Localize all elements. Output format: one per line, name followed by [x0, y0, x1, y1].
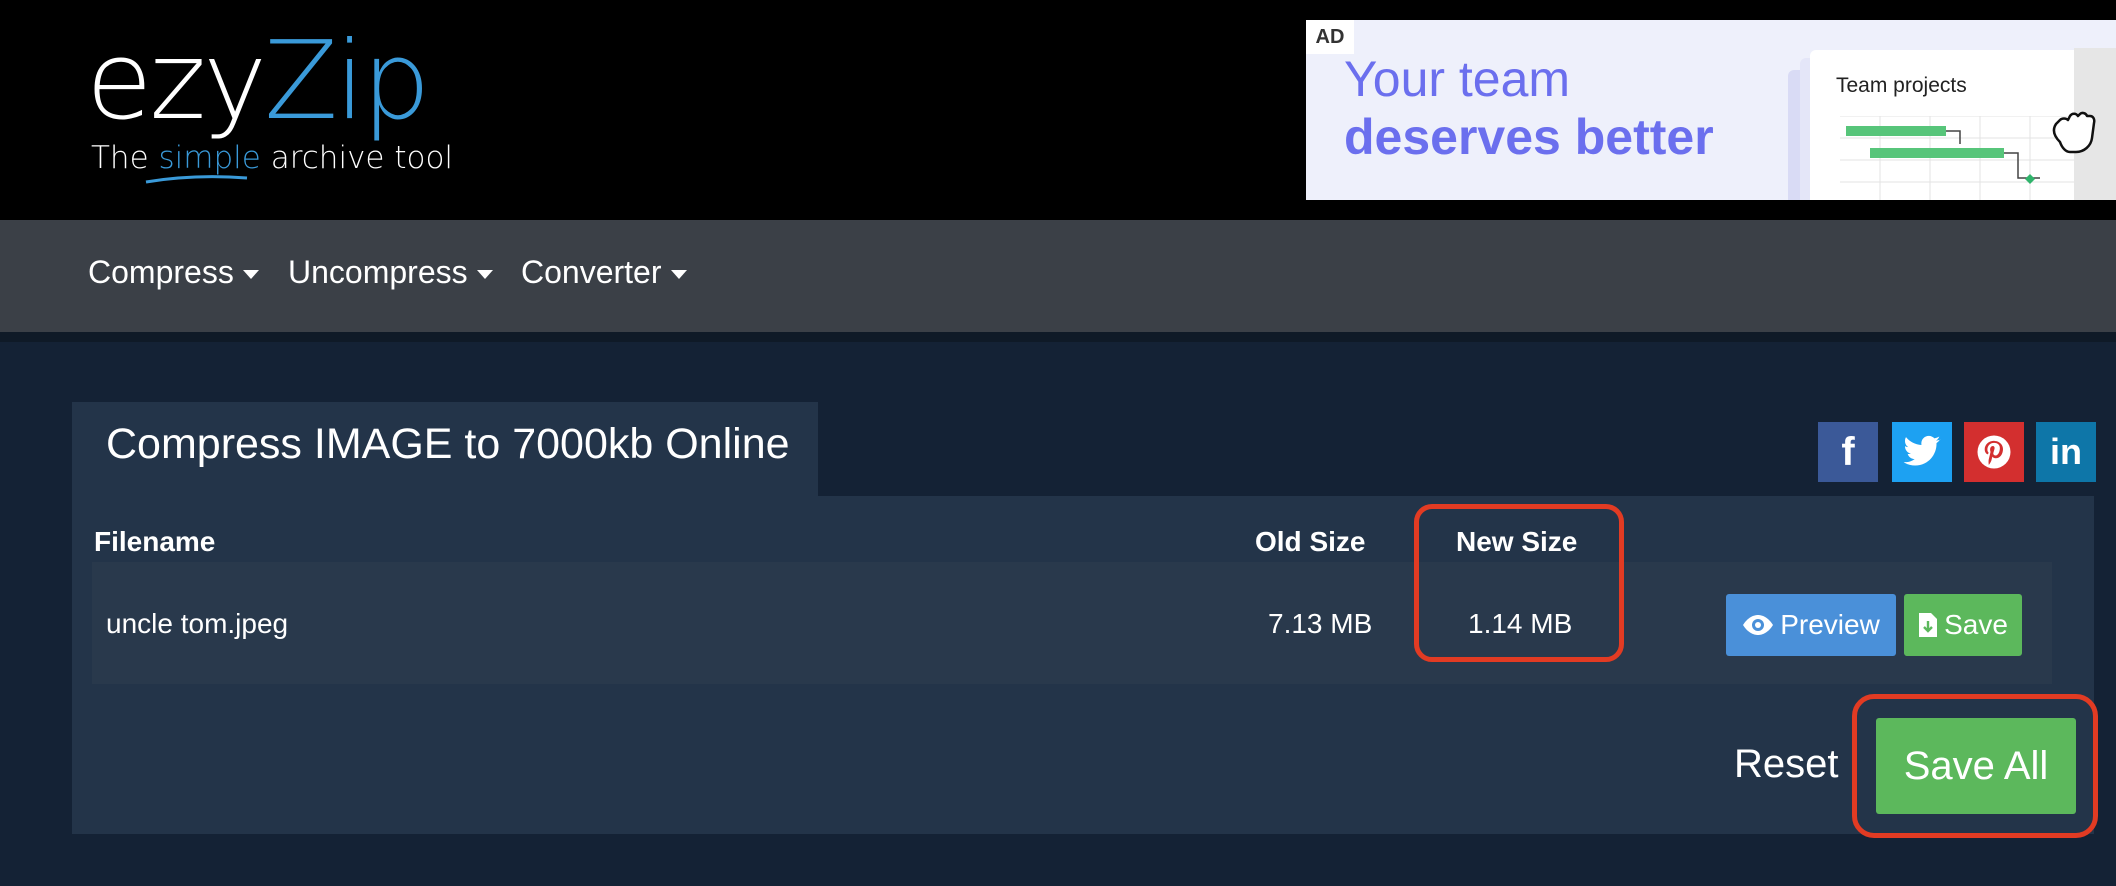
facebook-icon: f: [1841, 429, 1855, 474]
pinterest-share-button[interactable]: [1964, 422, 2024, 482]
pinterest-icon: [1977, 435, 2011, 469]
caret-down-icon: [476, 269, 493, 279]
eye-icon: [1742, 614, 1774, 636]
advertisement-banner[interactable]: AD Your team deserves better Team projec…: [1306, 20, 2116, 200]
file-download-icon: [1918, 612, 1938, 638]
nav-converter-label: Converter: [521, 254, 662, 290]
nav-uncompress-label: Uncompress: [288, 254, 468, 290]
save-button[interactable]: Save: [1904, 594, 2022, 656]
main-nav: Compress Uncompress Converter: [0, 220, 2116, 332]
save-label: Save: [1944, 609, 2008, 640]
file-old-size: 7.13 MB: [1268, 608, 1373, 639]
save-all-highlight: [1852, 694, 2098, 838]
tool-title-tab: Compress IMAGE to 7000kb Online: [72, 402, 818, 498]
linkedin-icon: in: [2050, 431, 2082, 472]
preview-button[interactable]: Preview: [1726, 594, 1896, 656]
nav-divider: [0, 332, 2116, 342]
facebook-share-button[interactable]: f: [1818, 422, 1878, 482]
logo-wordmark: ezyZip: [86, 19, 431, 144]
column-header-old-size: Old Size: [1255, 526, 1366, 557]
logo-tagline: The simple archive tool: [91, 140, 454, 176]
twitter-icon: [1903, 435, 1941, 466]
new-size-highlight: [1414, 504, 1624, 662]
site-header: ezyZip The simple archive tool AD Your t…: [0, 0, 2116, 220]
preview-label: Preview: [1780, 609, 1880, 640]
ad-headline-line1: Your team: [1344, 51, 1571, 107]
file-name: uncle tom.jpeg: [106, 608, 289, 639]
nav-compress-label: Compress: [88, 254, 234, 290]
reset-button[interactable]: Reset: [1734, 742, 1839, 787]
column-header-filename: Filename: [94, 526, 216, 557]
tagline-underline: [145, 175, 248, 184]
ezyzip-logo[interactable]: ezyZip The simple archive tool: [86, 19, 453, 187]
hand-cursor-icon: [2052, 111, 2096, 154]
twitter-share-button[interactable]: [1892, 422, 1952, 482]
caret-down-icon: [670, 269, 687, 279]
nav-converter-dropdown[interactable]: Converter: [521, 254, 687, 291]
ad-card-title: Team projects: [1836, 74, 1967, 97]
nav-uncompress-dropdown[interactable]: Uncompress: [288, 254, 493, 291]
caret-down-icon: [242, 269, 259, 279]
ad-headline-line2: deserves better: [1344, 109, 1714, 165]
linkedin-share-button[interactable]: in: [2036, 422, 2096, 482]
ad-badge: AD: [1306, 20, 1354, 54]
nav-compress-dropdown[interactable]: Compress: [88, 254, 259, 291]
page-title: Compress IMAGE to 7000kb Online: [106, 420, 790, 468]
